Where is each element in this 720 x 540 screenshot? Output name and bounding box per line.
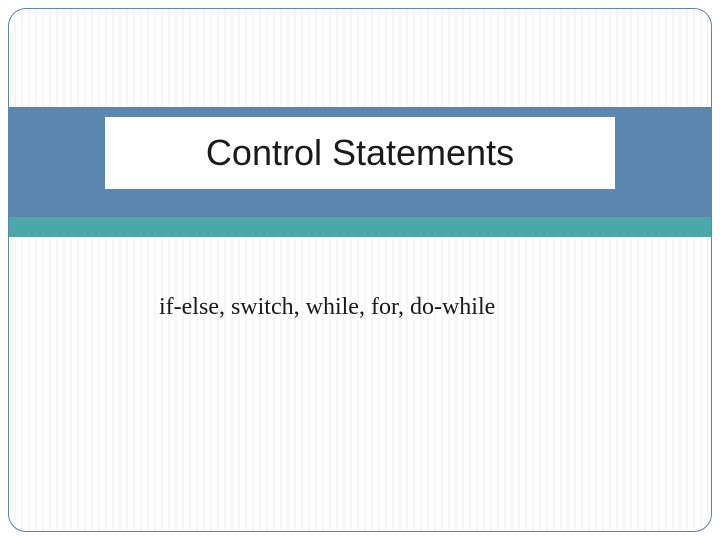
slide-subtitle: if-else, switch, while, for, do-while <box>159 294 495 321</box>
slide-title: Control Statements <box>206 132 514 174</box>
accent-band <box>9 217 711 237</box>
slide-frame: Control Statements if-else, switch, whil… <box>8 8 712 532</box>
title-inner: Control Statements <box>105 117 615 189</box>
title-band: Control Statements <box>9 107 711 217</box>
